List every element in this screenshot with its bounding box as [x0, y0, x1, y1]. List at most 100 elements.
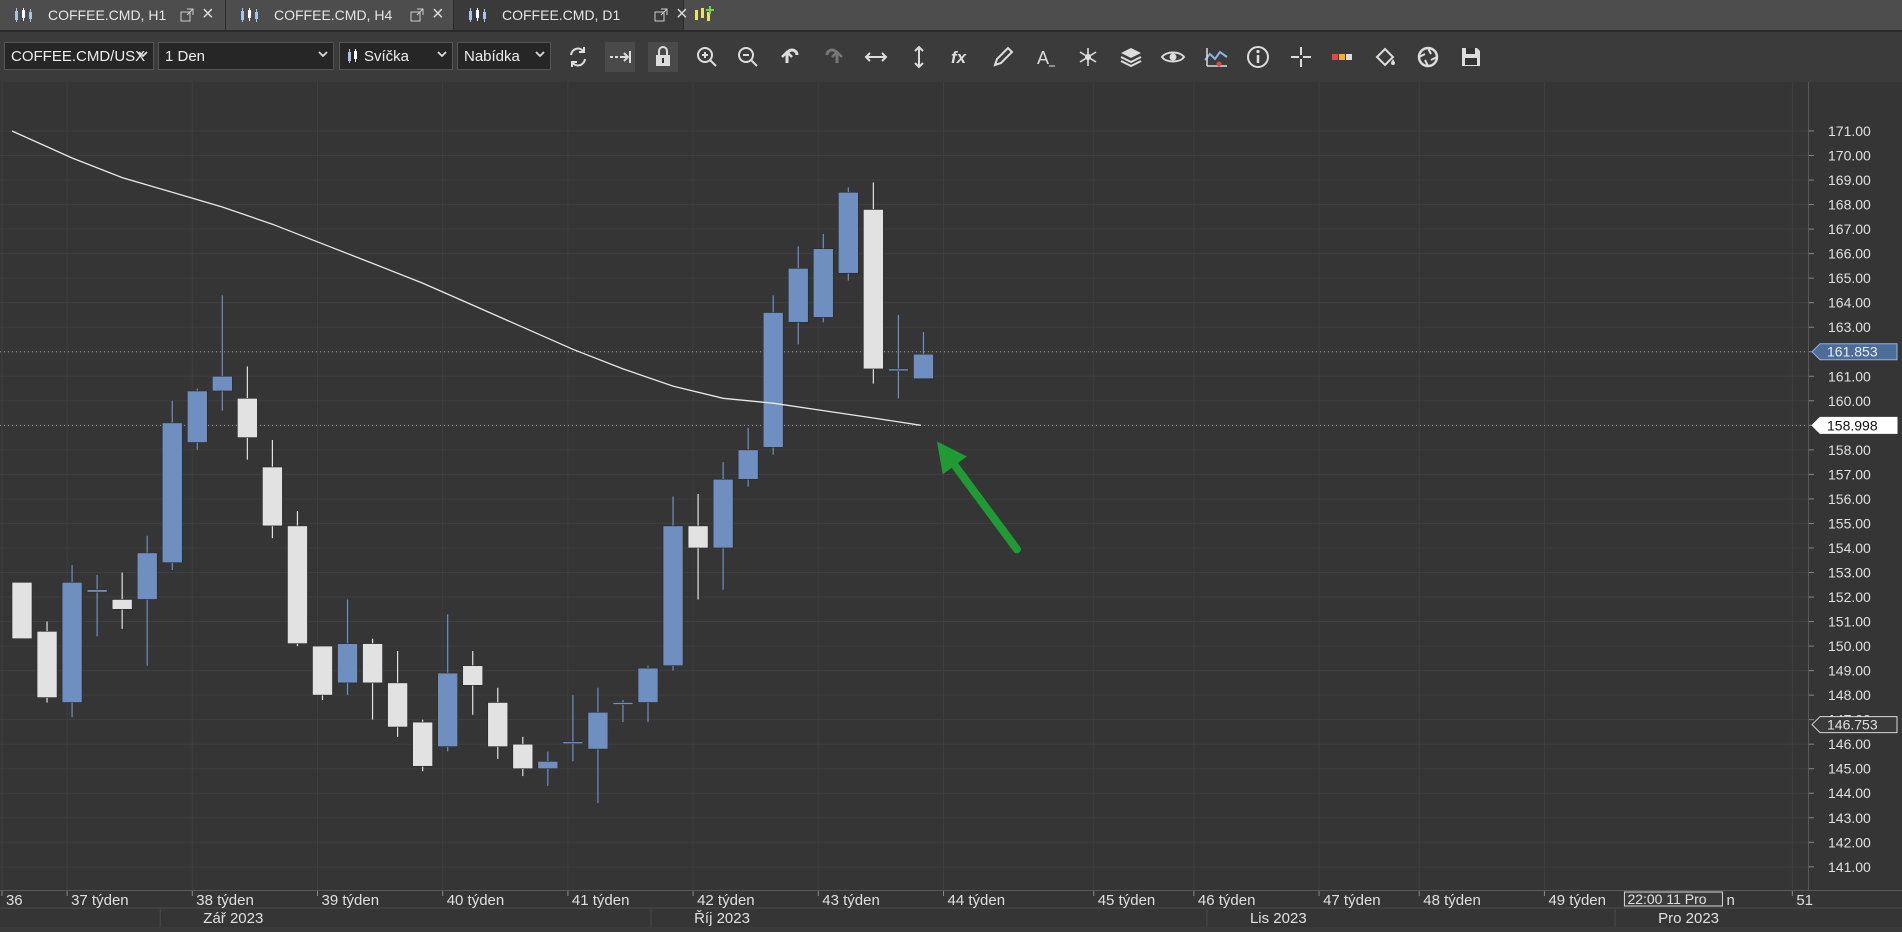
candle-body	[687, 525, 709, 549]
candle-body	[712, 478, 734, 549]
horizontal-scale-button[interactable]	[861, 42, 891, 72]
symbol-value: COFFEE.CMD/USX	[11, 47, 146, 65]
crosshair-button[interactable]	[1286, 42, 1316, 72]
candle-body	[111, 599, 133, 610]
pattern-tool-button[interactable]	[1073, 42, 1103, 72]
candle-body	[863, 209, 884, 370]
draw-button[interactable]	[988, 42, 1018, 72]
candle	[787, 246, 809, 345]
tab-label: COFFEE.CMD, H1	[48, 7, 167, 23]
paint-bucket-icon	[1375, 47, 1395, 67]
price-tick-label: 148.00	[1828, 687, 1871, 703]
candle-body	[161, 422, 183, 563]
candlestick-icon	[241, 8, 258, 22]
candle	[36, 621, 58, 703]
candle	[712, 462, 734, 590]
arrow-shaft	[950, 461, 1021, 554]
redo-icon	[825, 48, 843, 63]
redo-button[interactable]	[818, 42, 848, 72]
price-tick-label: 154.00	[1828, 540, 1871, 556]
info-button[interactable]	[1243, 42, 1273, 72]
price-tick-label: 150.00	[1828, 638, 1871, 654]
price-tick-label: 164.00	[1828, 295, 1871, 311]
text-tool-button[interactable]: A	[1031, 42, 1061, 72]
refresh-button[interactable]	[563, 42, 593, 72]
price-tick-label: 149.00	[1828, 663, 1871, 679]
timeframe-select[interactable]: 1 Den	[158, 42, 334, 70]
visibility-button[interactable]	[1158, 42, 1188, 72]
candle-body	[812, 248, 834, 318]
week-label: 43 týden	[822, 892, 880, 909]
undock-icon[interactable]	[654, 8, 668, 22]
month-label: Pro 2023	[1658, 910, 1719, 927]
candle	[362, 638, 383, 720]
time-cursor-label: 22:00 11 Pro n	[1623, 891, 1735, 909]
color-scheme-button[interactable]	[1328, 42, 1358, 72]
price-axis[interactable]: 171.00 170.00 169.00 168.00 167.00 166.00 165.…	[1808, 82, 1902, 890]
week-label: 40 týden	[447, 892, 505, 909]
tab-coffee-h4[interactable]: COFFEE.CMD, H4 ×	[226, 0, 454, 30]
undock-icon[interactable]	[180, 8, 194, 22]
layers-button[interactable]	[1116, 42, 1146, 72]
candle	[437, 614, 458, 752]
tab-coffee-d1[interactable]: COFFEE.CMD, D1 ×	[454, 0, 688, 30]
candle	[11, 582, 33, 640]
new-tab-button[interactable]	[684, 0, 724, 30]
candle	[812, 234, 834, 323]
price-tick-label: 146.00	[1828, 736, 1871, 752]
price-type-select[interactable]: Nabídka	[457, 42, 551, 70]
chart-type-select[interactable]: Svíčka	[339, 42, 453, 70]
zoom-in-button[interactable]	[692, 42, 722, 72]
close-icon[interactable]: ×	[432, 4, 444, 24]
candle-body	[36, 631, 58, 698]
candle-body	[562, 741, 584, 745]
signals-button[interactable]	[1201, 42, 1231, 72]
candle-body	[612, 702, 634, 705]
candle-body	[913, 353, 934, 380]
candle-body	[11, 582, 33, 640]
candle	[86, 574, 108, 637]
candle	[161, 400, 183, 571]
snapshot-button[interactable]	[1413, 42, 1443, 72]
indicators-button[interactable]: fx	[946, 42, 976, 72]
price-tick-label: 151.00	[1828, 614, 1871, 630]
week-label: 51	[1796, 892, 1813, 909]
candle-body	[86, 589, 108, 593]
candle	[737, 427, 759, 487]
svg-text:A: A	[1037, 48, 1049, 68]
fill-button[interactable]	[1370, 42, 1400, 72]
undock-icon[interactable]	[410, 8, 424, 22]
symbol-select[interactable]: COFFEE.CMD/USX	[4, 42, 154, 70]
price-tick-label: 167.00	[1828, 221, 1871, 237]
time-axis[interactable]: 36 37 týden 38 týden 39 týden 40 týden 41 týd…	[0, 890, 1902, 927]
chart-plot-area[interactable]	[0, 82, 1808, 890]
candle-body	[412, 721, 433, 767]
lock-button[interactable]	[648, 42, 678, 72]
zoom-out-button[interactable]	[733, 42, 763, 72]
autoscroll-button[interactable]	[605, 42, 635, 72]
timeframe-value: 1 Den	[165, 47, 206, 65]
candle-body	[212, 375, 233, 392]
week-label: 46 týden	[1198, 892, 1256, 909]
tab-label: COFFEE.CMD, H4	[274, 7, 393, 23]
candle	[237, 366, 258, 460]
candle-body	[462, 665, 484, 686]
candle	[287, 511, 308, 647]
month-label: Lis 2023	[1250, 910, 1307, 927]
undo-button[interactable]	[776, 42, 806, 72]
week-label: 39 týden	[321, 892, 379, 909]
candle	[312, 645, 333, 701]
week-label: 45 týden	[1098, 892, 1156, 909]
tab-coffee-h1[interactable]: COFFEE.CMD, H1 ×	[0, 0, 226, 30]
candle	[537, 751, 559, 786]
candle-body	[262, 466, 283, 527]
vertical-scale-button[interactable]	[904, 42, 934, 72]
save-button[interactable]	[1456, 42, 1486, 72]
horizontal-scale-icon	[864, 52, 888, 62]
price-tick-label: 152.00	[1828, 589, 1871, 605]
close-icon[interactable]: ×	[202, 4, 214, 24]
color-scheme-icon	[1332, 54, 1352, 60]
candle	[512, 736, 534, 777]
week-label: 36	[6, 892, 23, 909]
week-label: 47 týden	[1323, 892, 1381, 909]
